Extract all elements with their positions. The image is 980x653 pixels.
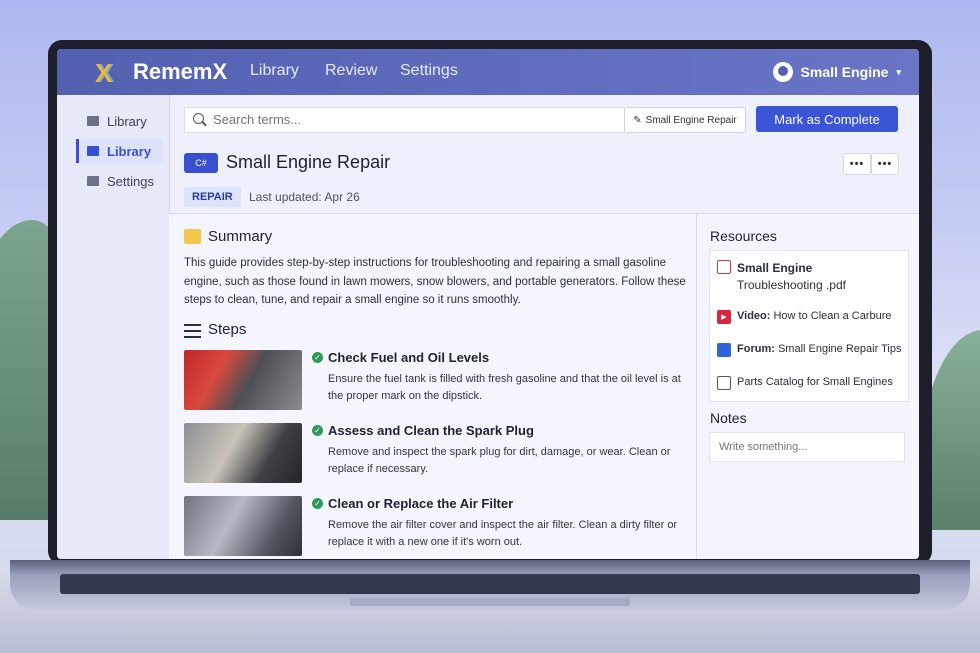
resources-list: Small Engine Troubleshooting .pdf ▶ Vide… <box>709 250 909 402</box>
catalog-icon <box>717 376 731 390</box>
resource-prefix: Forum: <box>737 343 775 355</box>
step-item[interactable]: ✓ Check Fuel and Oil Levels Ensure the f… <box>184 350 694 412</box>
nav-review[interactable]: Review <box>325 62 377 80</box>
summary-text: This guide provides step-by-step instruc… <box>184 257 686 306</box>
app-name: RememX <box>133 59 228 84</box>
resource-prefix: Video: <box>737 310 771 322</box>
step-item[interactable]: ✓ Clean or Replace the Air Filter Remove… <box>184 496 694 558</box>
right-panel: Resources Small Engine Troubleshooting .… <box>696 214 919 559</box>
top-nav-bar: X RememX Library Review Settings Small E… <box>57 49 919 95</box>
folder-icon <box>87 176 99 186</box>
chip-label: Small Engine Repair <box>645 114 737 126</box>
check-icon: ✓ <box>312 498 323 509</box>
sidebar-item-settings[interactable]: Settings <box>79 169 163 193</box>
resource-text: Troubleshooting .pdf <box>737 278 846 292</box>
resource-prefix: Small Engine <box>737 261 813 275</box>
more-options-button-2[interactable]: ••• <box>871 153 899 175</box>
sidebar-item-library-active[interactable]: Library <box>76 139 163 163</box>
check-icon: ✓ <box>312 352 323 363</box>
chevron-down-icon: ▾ <box>896 66 901 77</box>
nav-settings[interactable]: Settings <box>400 62 458 80</box>
nav-library[interactable]: Library <box>250 62 299 80</box>
mark-complete-button[interactable]: Mark as Complete <box>756 106 898 132</box>
summary-icon <box>184 229 201 244</box>
search-input[interactable] <box>211 111 625 128</box>
sidebar: Library Library Settings <box>57 95 170 559</box>
user-avatar-icon <box>772 62 793 82</box>
more-options-button[interactable]: ••• <box>843 153 871 175</box>
resource-text: Small Engine Repair Tips <box>777 343 902 355</box>
laptop-screen: X RememX Library Review Settings Small E… <box>57 49 919 559</box>
pen-icon: ✎ <box>633 114 642 126</box>
pdf-icon <box>717 260 731 274</box>
step-title: Clean or Replace the Air Filter <box>328 496 514 511</box>
resource-item-pdf[interactable]: Small Engine Troubleshooting .pdf <box>717 260 903 294</box>
topic-chip[interactable]: ✎ Small Engine Repair <box>624 107 746 133</box>
topic-icon: C# <box>184 153 218 173</box>
video-icon: ▶ <box>717 310 731 324</box>
step-desc: Remove and inspect the spark plug for di… <box>328 446 671 475</box>
last-updated: Last updated: Apr 26 <box>249 190 360 204</box>
user-menu[interactable]: Small Engine ▾ <box>772 62 901 82</box>
laptop-keyboard <box>60 574 920 594</box>
notes-title: Notes <box>710 410 747 426</box>
resource-text: Parts Catalog for Small Engines <box>737 376 893 388</box>
user-name: Small Engine <box>800 64 889 80</box>
step-image-fuel <box>184 350 302 410</box>
laptop-trackpad[interactable] <box>350 598 630 606</box>
step-image-spark-plug <box>184 423 302 483</box>
content-column: Summary This guide provides step-by-step… <box>169 214 696 559</box>
resource-item-video[interactable]: ▶ Video: How to Clean a Carbure <box>717 310 903 324</box>
step-title: Check Fuel and Oil Levels <box>328 350 490 365</box>
main-panel: ✎ Small Engine Repair Mark as Complete C… <box>169 95 919 559</box>
check-icon: ✓ <box>312 425 323 436</box>
search-icon <box>193 113 204 124</box>
list-icon <box>184 324 201 338</box>
sidebar-item-label: Settings <box>107 173 154 189</box>
resource-item-catalog[interactable]: Parts Catalog for Small Engines <box>717 376 903 390</box>
steps-title: Steps <box>208 321 247 338</box>
sidebar-item-label: Library <box>107 143 152 159</box>
resources-title: Resources <box>710 228 777 244</box>
step-item[interactable]: ✓ Assess and Clean the Spark Plug Remove… <box>184 423 694 485</box>
summary-title: Summary <box>208 228 273 245</box>
search-box <box>184 107 626 133</box>
notes-input[interactable] <box>709 432 905 462</box>
step-desc: Ensure the fuel tank is filled with fres… <box>328 373 681 402</box>
resource-item-forum[interactable]: Forum: Small Engine Repair Tips <box>717 343 903 357</box>
forum-icon <box>717 343 731 357</box>
folder-icon <box>87 146 99 156</box>
resource-text: How to Clean a Carbure <box>773 310 892 322</box>
category-tag: REPAIR <box>184 187 241 207</box>
sidebar-item-library[interactable]: Library <box>79 109 163 133</box>
step-image-air-filter <box>184 496 302 556</box>
logo-icon: X <box>95 58 113 88</box>
step-desc: Remove the air filter cover and inspect … <box>328 519 678 548</box>
step-title: Assess and Clean the Spark Plug <box>328 423 534 438</box>
folder-icon <box>87 116 99 126</box>
page-title: Small Engine Repair <box>226 152 391 172</box>
sidebar-item-label: Library <box>107 113 147 129</box>
